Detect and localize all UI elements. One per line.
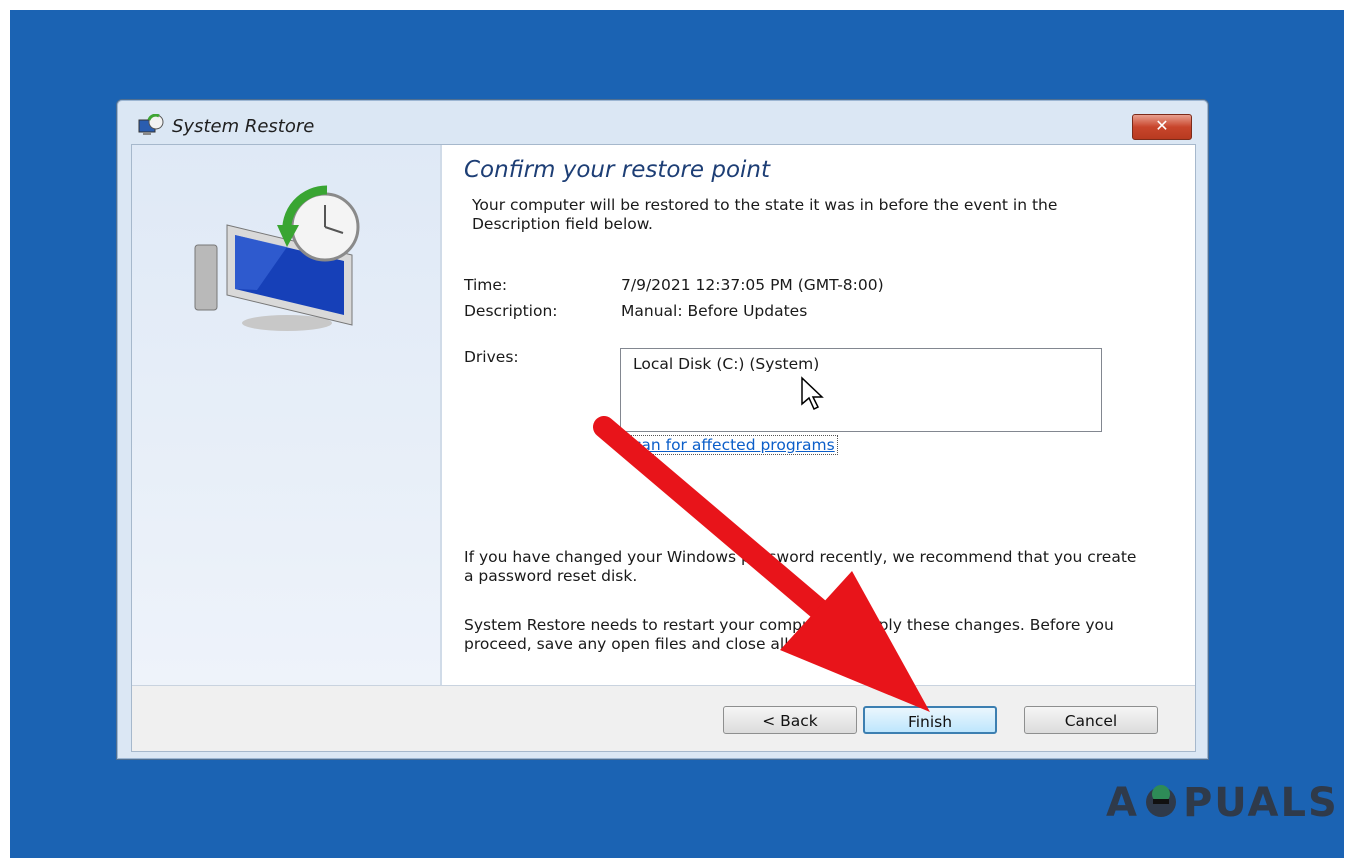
time-label: Time:: [464, 276, 508, 294]
dialog-client-area: Confirm your restore point Your computer…: [131, 144, 1196, 752]
watermark-right: PUALS: [1182, 780, 1339, 826]
appuals-watermark: A PUALS: [1106, 780, 1339, 826]
cancel-button[interactable]: Cancel: [1024, 706, 1158, 734]
close-button[interactable]: ✕: [1132, 114, 1192, 140]
drives-list[interactable]: Local Disk (C:) (System): [620, 348, 1102, 432]
drives-label: Drives:: [464, 348, 519, 366]
wizard-content: Confirm your restore point Your computer…: [462, 145, 1182, 685]
intro-text: Your computer will be restored to the st…: [472, 196, 1058, 233]
system-restore-dialog: System Restore ✕ Confirm your restore po…: [116, 99, 1209, 760]
system-restore-icon: [138, 114, 164, 135]
wizard-sidebar: [132, 145, 442, 685]
finish-button[interactable]: Finish: [863, 706, 997, 734]
password-note: If you have changed your Windows passwor…: [464, 548, 1137, 585]
time-value: 7/9/2021 12:37:05 PM (GMT-8:00): [621, 276, 884, 294]
watermark-left: A: [1106, 780, 1139, 826]
description-label: Description:: [464, 302, 558, 320]
appuals-mascot-icon: [1145, 785, 1176, 817]
window-title: System Restore: [172, 116, 315, 137]
description-value: Manual: Before Updates: [621, 302, 808, 320]
title-bar[interactable]: System Restore ✕: [117, 100, 1208, 144]
restart-note: System Restore needs to restart your com…: [464, 616, 1114, 653]
back-button[interactable]: < Back: [723, 706, 857, 734]
scan-affected-programs-link[interactable]: Scan for affected programs: [620, 435, 838, 455]
mouse-pointer-icon: [801, 376, 824, 411]
button-bar: < Back Finish Cancel: [132, 686, 1195, 751]
computer-clock-restore-icon: [194, 185, 360, 331]
list-item[interactable]: Local Disk (C:) (System): [633, 355, 819, 373]
page-title: Confirm your restore point: [464, 157, 771, 183]
